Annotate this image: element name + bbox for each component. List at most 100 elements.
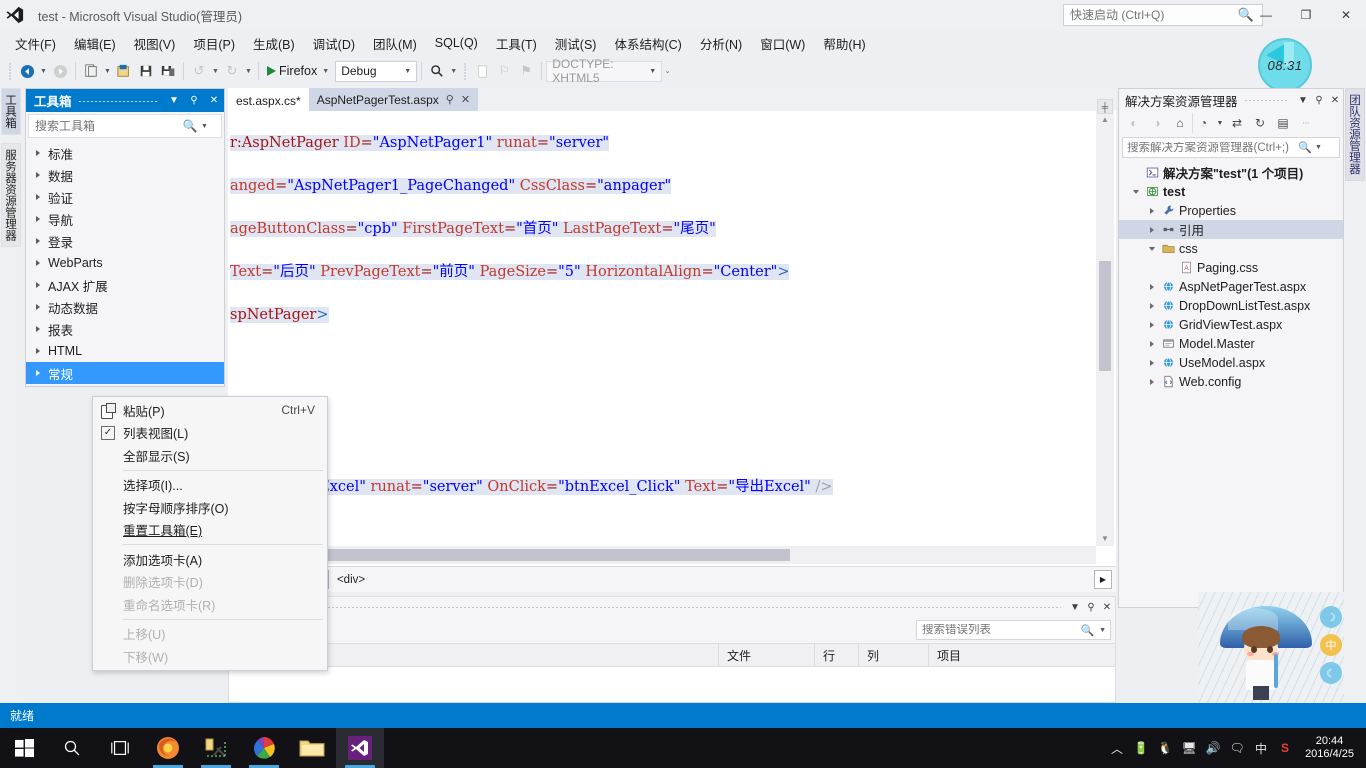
toolbox-item-general[interactable]: 常规	[26, 362, 224, 384]
context-menu-item-sort-alphabetically[interactable]: 按字母顺序排序(O)	[93, 496, 327, 519]
debug-target-dropdown-icon[interactable]: ▼	[320, 60, 331, 82]
solution-explorer-pin-icon[interactable]: ⚲	[1311, 95, 1327, 106]
menu-file[interactable]: 文件(F)	[6, 31, 65, 56]
sogou-input-icon[interactable]: S	[1273, 741, 1297, 755]
quick-launch-box[interactable]: 🔍	[1063, 4, 1263, 26]
battery-icon[interactable]: 🔋	[1129, 741, 1153, 755]
start-button[interactable]	[0, 728, 48, 768]
toolbox-item-ajax-extensions[interactable]: AJAX 扩展	[26, 274, 224, 296]
toolbox-pin-icon[interactable]: ⚲	[184, 95, 204, 106]
minimize-button[interactable]: —	[1246, 0, 1286, 30]
error-list-close-icon[interactable]: ✕	[1099, 602, 1115, 613]
scroll-down-icon[interactable]: ▼	[1096, 530, 1114, 546]
save-all-icon[interactable]	[157, 60, 179, 82]
tree-item-gridviewtest-aspx[interactable]: GridViewTest.aspx	[1119, 315, 1343, 334]
new-item-dropdown-icon[interactable]: ▼	[102, 60, 113, 82]
context-menu-item-show-all[interactable]: 全部显示(S)	[93, 444, 327, 467]
menu-help[interactable]: 帮助(H)	[814, 31, 874, 56]
menu-debug[interactable]: 调试(D)	[304, 31, 364, 56]
error-column-col[interactable]: 列	[859, 643, 929, 667]
error-column-line[interactable]: 行	[815, 643, 859, 667]
tree-item-solution[interactable]: 解决方案"test"(1 个项目)	[1119, 163, 1343, 182]
toolbox-item-dynamic-data[interactable]: 动态数据	[26, 296, 224, 318]
menu-sql[interactable]: SQL(Q)	[426, 33, 487, 53]
ime-language-icon[interactable]: 中	[1249, 740, 1273, 757]
menu-view[interactable]: 视图(V)	[125, 31, 185, 56]
wallpaper-button-moon-icon[interactable]: ☽	[1320, 606, 1342, 628]
quick-launch-input[interactable]	[1064, 8, 1234, 22]
start-debug-button[interactable]: Firefox ▼	[263, 58, 335, 84]
filter-dropdown-icon[interactable]: ▼	[1215, 113, 1225, 133]
close-button[interactable]: ✕	[1326, 0, 1366, 30]
navigate-back-icon[interactable]	[16, 60, 38, 82]
chevron-down-icon[interactable]	[1133, 189, 1139, 194]
error-column-file[interactable]: 文件	[719, 643, 815, 667]
wallpaper-button-night-icon[interactable]: ☾	[1320, 662, 1342, 684]
restore-button[interactable]: ❐	[1286, 0, 1326, 30]
solution-config-combo[interactable]: Debug ▼	[335, 60, 418, 82]
error-list-body[interactable]	[229, 667, 1115, 701]
toolbox-item-data[interactable]: 数据	[26, 164, 224, 186]
menu-architecture[interactable]: 体系结构(C)	[605, 31, 690, 56]
editor-horizontal-scrollbar[interactable]	[228, 546, 1096, 564]
menu-edit[interactable]: 编辑(E)	[65, 31, 125, 56]
toolbar-overflow-solution-icon[interactable]: ⋯	[1295, 113, 1317, 133]
solution-explorer-search-box[interactable]: 🔍 ▼	[1122, 137, 1340, 158]
vtab-server-explorer[interactable]: 服务器资源管理器	[1, 142, 21, 247]
error-list-drag-handle[interactable]	[229, 597, 1067, 617]
error-list-menu-icon[interactable]: ▼	[1067, 602, 1083, 613]
tree-item-web-config[interactable]: Web.config	[1119, 372, 1343, 391]
context-menu-item-paste[interactable]: 粘贴(P) Ctrl+V	[93, 399, 327, 422]
toolbox-search-dropdown-icon[interactable]: ▼	[201, 123, 212, 130]
save-icon[interactable]	[135, 60, 157, 82]
toolbar-overflow-icon[interactable]: ⌄	[662, 60, 673, 82]
menu-test[interactable]: 测试(S)	[546, 31, 606, 56]
toolbox-item-webparts[interactable]: WebParts	[26, 252, 224, 274]
editor-vertical-scrollbar[interactable]: ╪ ▲ ▼	[1096, 99, 1114, 546]
menu-project[interactable]: 项目(P)	[184, 31, 244, 56]
toolbar-grip-2[interactable]	[461, 62, 470, 80]
toolbox-item-login[interactable]: 登录	[26, 230, 224, 252]
tree-item-dropdownlisttest-aspx[interactable]: DropDownListTest.aspx	[1119, 296, 1343, 315]
wallpaper-button-coin-icon[interactable]: 中	[1320, 634, 1342, 656]
tree-item-project-test[interactable]: test	[1119, 182, 1343, 201]
toolbox-close-icon[interactable]: ✕	[204, 95, 224, 106]
taskbar-clock[interactable]: 20:44 2016/4/25	[1297, 735, 1366, 761]
breadcrumb-div[interactable]: <div>	[333, 574, 369, 586]
toolbox-item-validation[interactable]: 验证	[26, 186, 224, 208]
doctype-combo[interactable]: DOCTYPE: XHTML5 ▼	[546, 57, 663, 85]
toolbox-item-standard[interactable]: 标准	[26, 142, 224, 164]
context-menu-item-choose-items[interactable]: 选择项(I)...	[93, 474, 327, 497]
show-all-files-icon[interactable]: ▤	[1272, 113, 1294, 133]
tree-item-model-master[interactable]: Model.Master	[1119, 334, 1343, 353]
editor-tab-pin-icon[interactable]: ⚲	[446, 93, 454, 106]
qq-penguin-icon[interactable]: 🐧	[1153, 741, 1177, 755]
solution-explorer-menu-icon[interactable]: ▼	[1295, 95, 1311, 106]
chevron-right-icon[interactable]	[1150, 378, 1154, 385]
home-icon[interactable]: ⌂	[1169, 113, 1191, 133]
tree-item-paging-css[interactable]: A Paging.css	[1119, 258, 1343, 277]
editor-split-handle[interactable]: ╪	[1097, 99, 1113, 114]
pending-changes-filter-icon[interactable]: ◔	[1192, 113, 1214, 133]
code-editor-text[interactable]: r:AspNetPager ID="AspNetPager1" runat="s…	[228, 111, 1094, 546]
chevron-right-icon[interactable]	[1150, 321, 1154, 328]
sync-with-active-document-icon[interactable]: ⇄	[1226, 113, 1248, 133]
chevron-right-icon[interactable]	[1150, 340, 1154, 347]
new-item-icon[interactable]	[80, 60, 102, 82]
task-view-button[interactable]	[96, 728, 144, 768]
visual-studio-button[interactable]	[336, 728, 384, 768]
toolbox-menu-icon[interactable]: ▼	[164, 95, 184, 106]
firefox-button[interactable]	[144, 728, 192, 768]
file-explorer-button[interactable]	[288, 728, 336, 768]
menu-window[interactable]: 窗口(W)	[751, 31, 814, 56]
menu-team[interactable]: 团队(M)	[364, 31, 426, 56]
error-search-dropdown-icon[interactable]: ▼	[1099, 627, 1110, 634]
find-in-files-icon[interactable]	[426, 60, 448, 82]
toolbox-drag-handle[interactable]	[72, 89, 164, 112]
volume-icon[interactable]: 🔊	[1201, 741, 1225, 755]
undo-dropdown-icon[interactable]: ▼	[210, 60, 221, 82]
action-center-icon[interactable]: 🗨	[1225, 741, 1249, 755]
error-list-pin-icon[interactable]: ⚲	[1083, 602, 1099, 613]
tree-item-usemodel-aspx[interactable]: UseModel.aspx	[1119, 353, 1343, 372]
vtab-toolbox[interactable]: 工具箱	[1, 88, 21, 135]
